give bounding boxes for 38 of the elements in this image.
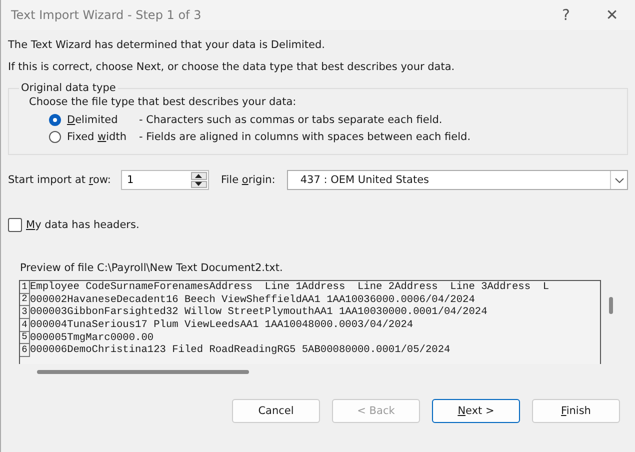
preview-line: 000003GibbonFarsighted32 Willow StreetPlymouthAA1 1AA10030000.0001/04/2024	[30, 306, 488, 318]
vertical-scrollbar[interactable]	[609, 297, 613, 314]
dialog-button[interactable]: Cancel	[232, 399, 320, 423]
info-text: The Text Wizard has determined that your data is Delimited.	[8, 39, 326, 51]
help-button[interactable]: ?	[543, 0, 589, 30]
window-title: Text Import Wizard - Step 1 of 3	[11, 8, 202, 22]
horizontal-scrollbar[interactable]	[37, 370, 249, 374]
info-text: If this is correct, choose Next, or choose the data type that best describes your data.	[8, 61, 456, 73]
radio-label[interactable]: Delimited	[67, 114, 133, 126]
radio-button[interactable]	[49, 131, 61, 143]
file-origin-dropdown[interactable]: 437 : OEM United States	[287, 170, 628, 190]
option-description: - Characters such as commas or tabs separate each field.	[139, 114, 442, 126]
line-number: 4	[20, 318, 30, 332]
checkbox-label[interactable]: My data has headers.	[26, 219, 140, 231]
preview-line: 000006DemoChristina123 Filed RoadReadingRG5 5AB00080000.0001/05/2024	[30, 344, 450, 356]
line-number: 3	[20, 306, 30, 319]
preview-line: 000005TmgMarc0000.00	[30, 332, 154, 344]
radio-label[interactable]: Fixed width	[67, 131, 133, 143]
start-row-spinner[interactable]: 1	[120, 170, 209, 190]
close-button[interactable]: ✕	[589, 0, 635, 30]
start-row-label: Start import at row:	[8, 174, 111, 186]
checkbox[interactable]	[8, 218, 22, 232]
dialog-button[interactable]: Finish	[532, 399, 620, 423]
line-number: 2	[20, 293, 30, 306]
line-number: 5	[20, 331, 30, 344]
preview-line: Employee CodeSurnameForenamesAddress Line 1Address Line 2Address Line 3Address L	[30, 281, 550, 294]
chevron-down-icon	[614, 178, 624, 182]
option-description: - Fields are aligned in columns with spaces between each field.	[139, 131, 471, 143]
line-number: 6	[20, 344, 30, 357]
prompt-text: Choose the file type that best describes your data:	[29, 96, 298, 108]
file-origin-label: File origin:	[220, 174, 276, 186]
preview-title: Preview of file C:\Payroll\New Text Document2.txt.	[20, 262, 284, 274]
radio-button[interactable]	[49, 114, 61, 126]
line-number: 1	[20, 281, 30, 294]
preview-line: 000002HavaneseDecadent16 Beech ViewSheffieldAA1 1AA10036000.0006/04/2024	[30, 294, 475, 306]
dialog-button[interactable]: Next >	[432, 399, 520, 423]
group-title: Original data type	[20, 82, 117, 94]
preview-line: 000004TunaSerious17 Plum ViewLeedsAA1 1AA10048000.0003/04/2024	[30, 319, 414, 332]
